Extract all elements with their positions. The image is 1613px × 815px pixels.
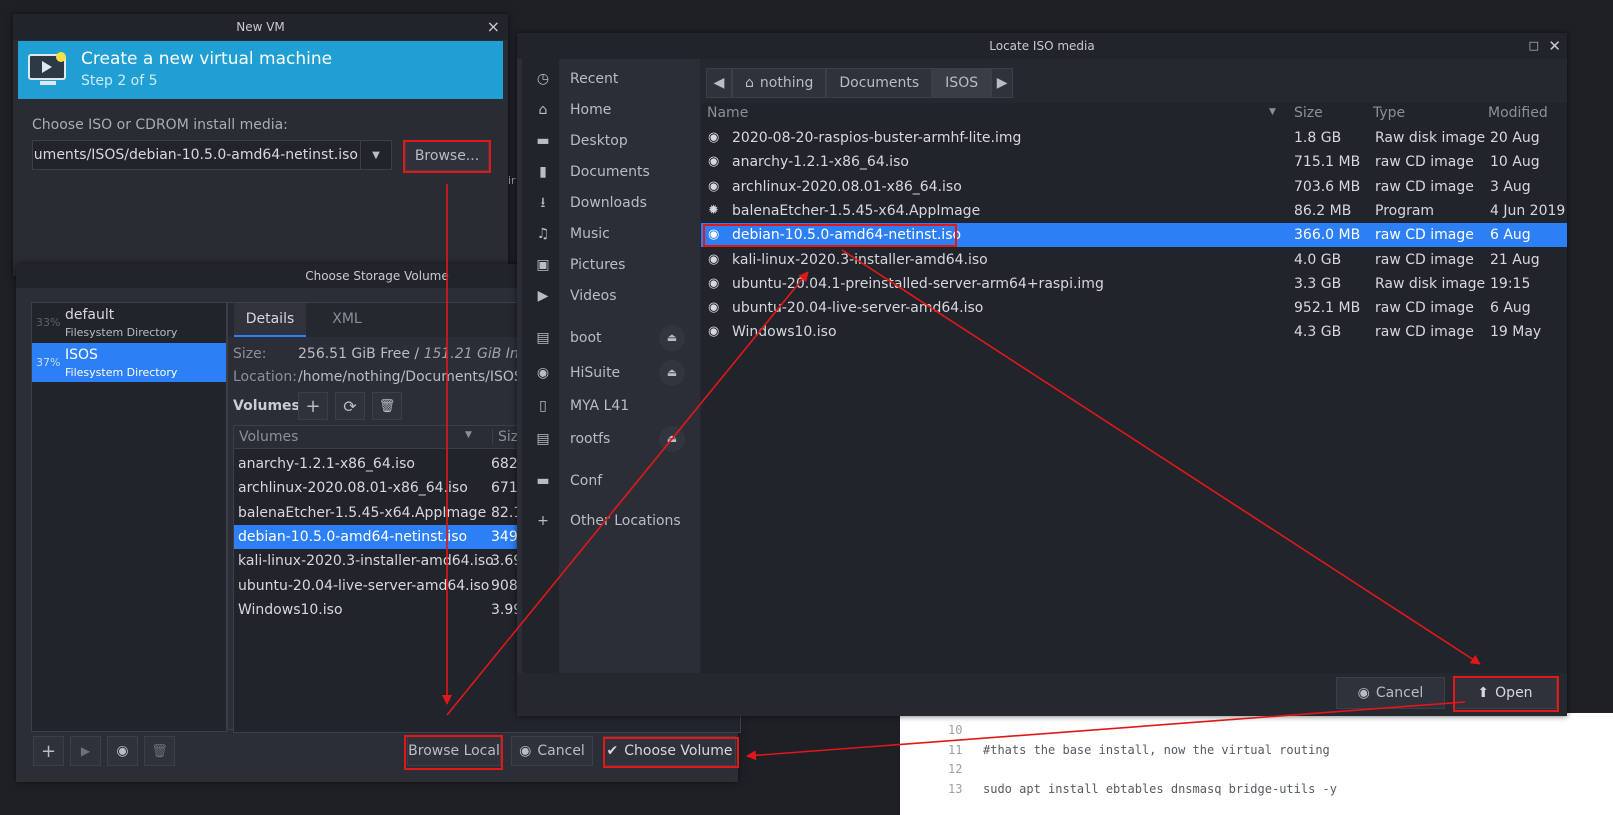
arrow-file-to-open bbox=[841, 249, 1481, 665]
arrow-open-to-choose-volume bbox=[746, 701, 1466, 761]
annotation-arrows bbox=[442, 184, 1481, 761]
arrow-browse-local-to-file bbox=[446, 271, 809, 716]
